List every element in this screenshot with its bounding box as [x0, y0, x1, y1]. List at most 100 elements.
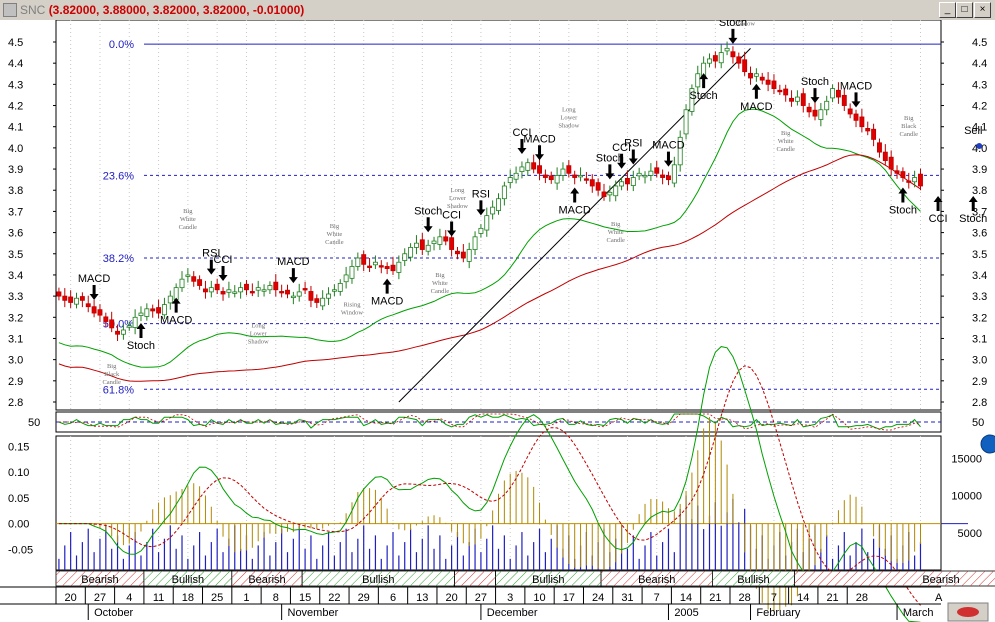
candle-body — [56, 291, 62, 297]
pattern-annotation: Shadow — [734, 21, 755, 28]
pattern-annotation: Black — [104, 371, 120, 378]
candle-body — [238, 287, 244, 293]
candle-body — [525, 162, 531, 171]
y-tick-label-left: 4.1 — [8, 122, 23, 134]
pattern-annotation: Candle — [900, 131, 919, 138]
candle-body — [654, 167, 660, 174]
date-tick-label: 11 — [153, 592, 164, 604]
candle-body — [267, 285, 273, 291]
candle-body — [824, 100, 830, 111]
candle-body — [888, 156, 894, 170]
fib-level-label: 61.8% — [103, 384, 134, 396]
pattern-annotation: Rising — [343, 301, 361, 308]
candle-body — [636, 172, 642, 177]
candle-body — [402, 253, 408, 261]
candle-body — [912, 177, 918, 183]
candle-body — [613, 185, 619, 197]
candle-body — [877, 142, 882, 153]
candle-body — [531, 162, 537, 170]
signal-label: MACD — [160, 315, 192, 327]
pattern-annotation: White — [180, 216, 196, 223]
candle-body — [156, 307, 162, 314]
pattern-annotation: Shadow — [248, 339, 269, 346]
signal-label: Stoch — [801, 76, 829, 88]
pattern-annotation: Big — [330, 223, 340, 230]
minimize-button[interactable]: _ — [939, 2, 956, 18]
sentiment-label: Bearish — [81, 574, 118, 586]
candle-body — [91, 306, 97, 314]
signal-label: Stoch — [596, 152, 624, 164]
signal-label: CCI — [214, 254, 233, 266]
sentiment-label: Bearish — [638, 574, 675, 586]
date-tick-label: 7 — [771, 592, 777, 604]
y-tick-label-left: 4.2 — [8, 101, 23, 113]
date-tick-label-trailing: A — [935, 592, 943, 604]
symbol-label: SNC — [20, 3, 46, 17]
candle-body — [507, 177, 513, 184]
candle-body — [906, 180, 912, 183]
y-tick-label-left: 3.0 — [8, 355, 23, 367]
date-tick-label: 20 — [65, 592, 77, 604]
candle-body — [478, 227, 484, 234]
macd-tick-label: 0.10 — [8, 467, 29, 479]
y-tick-label-right: 2.9 — [972, 376, 987, 388]
pattern-annotation: Long — [251, 323, 265, 330]
maximize-button[interactable]: □ — [956, 2, 973, 18]
date-tick-label: 28 — [739, 592, 751, 604]
close-button[interactable]: × — [974, 2, 991, 18]
candle-body — [337, 283, 343, 292]
candle-body — [859, 116, 865, 128]
candle-body — [918, 173, 923, 187]
signal-label: RSI — [472, 188, 490, 200]
signal-label: MACD — [523, 133, 555, 145]
rsi-level-label-left: 50 — [28, 417, 40, 429]
app-icon — [3, 3, 17, 17]
candle-body — [660, 174, 666, 178]
signal-label: MACD — [78, 273, 110, 285]
pattern-annotation: Shadow — [558, 122, 579, 129]
signal-label: Sell — [964, 125, 982, 137]
candle-body — [255, 287, 261, 291]
pattern-annotation: Long — [451, 187, 465, 194]
y-tick-label-left: 4.3 — [8, 79, 23, 91]
candle-body — [900, 171, 906, 178]
candle-body — [765, 79, 771, 85]
candle-body — [331, 289, 337, 292]
month-label: February — [756, 607, 801, 619]
candle-body — [396, 261, 402, 273]
candle-body — [730, 51, 736, 58]
date-tick-label: 21 — [709, 592, 721, 604]
candle-body — [279, 291, 285, 294]
sell-marker-icon — [976, 143, 983, 149]
candle-body — [372, 261, 378, 266]
candle-body — [619, 181, 625, 187]
candle-body — [85, 303, 91, 308]
sentiment-label: Bullish — [362, 574, 394, 586]
candle-body — [642, 175, 648, 178]
macd-tick-label: -0.05 — [8, 544, 33, 556]
date-tick-label: 13 — [416, 592, 428, 604]
candle-body — [554, 175, 560, 184]
y-tick-label-right: 4.2 — [972, 101, 987, 113]
date-tick-label: 4 — [126, 592, 132, 604]
candle-body — [718, 52, 724, 64]
volume-tick-label: 5000 — [958, 528, 982, 540]
candle-body — [355, 257, 361, 267]
signal-label: MACD — [558, 205, 590, 217]
date-tick-label: 10 — [533, 592, 545, 604]
candle-body — [806, 106, 812, 113]
y-tick-label-left: 3.1 — [8, 333, 23, 345]
candle-body — [783, 88, 789, 96]
sentiment-label: Bullish — [172, 574, 204, 586]
pattern-annotation: White — [326, 231, 342, 238]
candle-body — [79, 296, 85, 301]
candle-body — [759, 76, 765, 81]
candle-body — [548, 175, 554, 181]
candle-body — [519, 166, 525, 173]
pattern-annotation: White — [432, 280, 448, 287]
candle-body — [513, 172, 519, 180]
candle-body — [894, 170, 900, 174]
pattern-annotation: Candle — [607, 237, 626, 244]
stock-chart[interactable]: 4.54.54.44.44.34.34.24.24.14.14.04.03.93… — [0, 20, 995, 622]
candle-body — [830, 88, 836, 99]
